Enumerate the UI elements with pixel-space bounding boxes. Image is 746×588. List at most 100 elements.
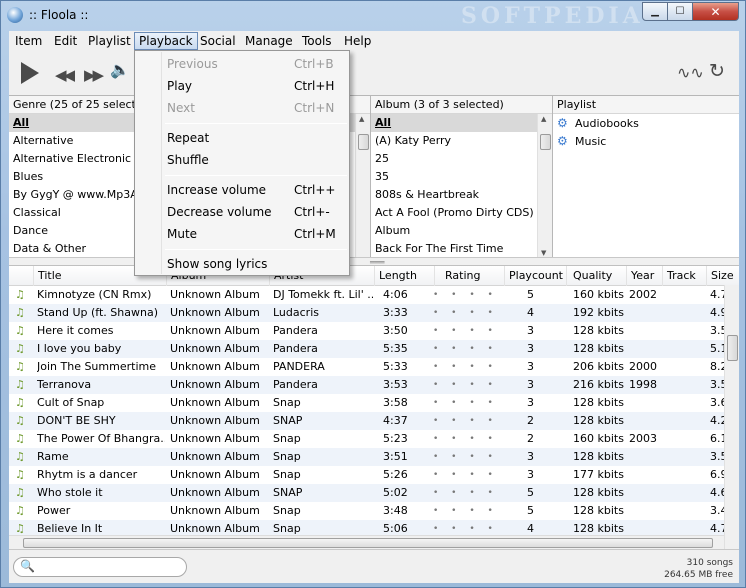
cell-title: Rhytm is a dancer [37, 468, 138, 481]
cell-artist: Pandera [273, 342, 318, 355]
menu-shuffle[interactable]: Shuffle [136, 149, 348, 171]
rating-cell[interactable]: • • • • • [433, 340, 503, 358]
playlist-header[interactable]: Playlist [553, 96, 739, 114]
cell-album: Unknown Album [170, 414, 260, 427]
title-bar[interactable]: :: Floola :: SOFTPEDIA ▁ ☐ ✕ [1, 1, 745, 29]
column-track[interactable]: Track [662, 266, 706, 286]
cell-playcount: 5 [527, 486, 534, 499]
track-list-hscrollbar[interactable] [9, 535, 724, 549]
cell-artist: Snap [273, 450, 301, 463]
minimize-button[interactable]: ▁ [642, 2, 668, 21]
menu-decrease-volume[interactable]: Decrease volume Ctrl+- [136, 201, 348, 223]
search-input[interactable]: 🔍 [13, 557, 187, 577]
artist-scrollbar[interactable]: ▲ [355, 114, 370, 258]
menu-playlist[interactable]: Playlist [84, 32, 135, 50]
table-row[interactable]: ♫ Power Unknown Album Snap 3:48 • • • • • 5 128… [9, 502, 739, 520]
menu-repeat[interactable]: Repeat [136, 127, 348, 149]
rating-cell[interactable]: • • • • • [433, 466, 503, 484]
album-item[interactable]: 808s & Heartbreak [371, 186, 552, 204]
table-row[interactable]: ♫ Kimnotyze (CN Rmx) Unknown Album DJ Tomek… [9, 286, 739, 304]
menu-social[interactable]: Social [196, 32, 240, 50]
cell-playcount: 3 [527, 396, 534, 409]
rating-cell[interactable]: • • • • • [433, 430, 503, 448]
table-row[interactable]: ♫ Rame Unknown Album Snap 3:51 • • • • • 3 128 … [9, 448, 739, 466]
album-scrollbar[interactable]: ▲ ▼ [537, 114, 552, 258]
menu-previous[interactable]: Previous Ctrl+B [136, 53, 348, 75]
table-row[interactable]: ♫ Who stole it Unknown Album SNAP 5:02 • • • … [9, 484, 739, 502]
play-icon[interactable] [21, 62, 39, 84]
rating-cell[interactable]: • • • • • [433, 286, 503, 304]
music-note-icon: ♫ [15, 450, 25, 463]
gear-icon: ⚙ [557, 134, 568, 148]
music-note-icon: ♫ [15, 522, 25, 535]
rating-cell[interactable]: • • • • • [433, 448, 503, 466]
rating-cell[interactable]: • • • • • [433, 412, 503, 430]
menu-tools[interactable]: Tools [298, 32, 336, 50]
menu-mute[interactable]: Mute Ctrl+M [136, 223, 348, 245]
cell-quality: 128 kbits [573, 414, 624, 427]
cell-track [666, 430, 704, 448]
previous-icon[interactable]: ◀◀ [55, 66, 75, 84]
table-row[interactable]: ♫ Stand Up (ft. Shawna) Unknown Album Ludac… [9, 304, 739, 322]
column-length[interactable]: Length [374, 266, 434, 286]
column-quality[interactable]: Quality [566, 266, 626, 286]
table-row[interactable]: ♫ Terranova Unknown Album Pandera 3:53 • • • … [9, 376, 739, 394]
waveform-icon[interactable]: ∿∿ [677, 63, 704, 82]
rating-cell[interactable]: • • • • • [433, 394, 503, 412]
table-row[interactable]: ♫ Believe In It Unknown Album Snap 5:06 • • •… [9, 520, 739, 535]
rating-cell[interactable]: • • • • • [433, 322, 503, 340]
volume-icon[interactable]: 🔈 [110, 60, 130, 79]
column-playcount[interactable]: Playcount [504, 266, 566, 286]
maximize-button[interactable]: ☐ [667, 2, 693, 21]
cell-artist: Snap [273, 522, 301, 535]
refresh-icon[interactable]: ↻ [709, 60, 725, 82]
track-list-scrollbar[interactable] [724, 285, 739, 549]
menu-edit[interactable]: Edit [50, 32, 81, 50]
music-note-icon: ♫ [15, 288, 25, 301]
table-row[interactable]: ♫ Cult of Snap Unknown Album Snap 3:58 • • • … [9, 394, 739, 412]
column-size[interactable]: Size [706, 266, 739, 286]
menu-playback[interactable]: Playback [134, 32, 198, 50]
cell-artist: Pandera [273, 324, 318, 337]
menu-item[interactable]: Item [11, 32, 46, 50]
cell-playcount: 5 [527, 504, 534, 517]
rating-cell[interactable]: • • • • • [433, 520, 503, 535]
album-item[interactable]: Album [371, 222, 552, 240]
album-item[interactable]: All [371, 114, 552, 132]
pane-splitter[interactable]: ═══ [9, 257, 739, 267]
playlist-item-audiobooks[interactable]: ⚙ Audiobooks [553, 114, 739, 132]
album-item[interactable]: Back For The First Time [371, 240, 552, 258]
rating-cell[interactable]: • • • • • [433, 502, 503, 520]
menu-increase-volume[interactable]: Increase volume Ctrl++ [136, 179, 348, 201]
column-year[interactable]: Year [626, 266, 662, 286]
menu-next[interactable]: Next Ctrl+N [136, 97, 348, 119]
table-row[interactable]: ♫ Join The Summertime Unknown Album PANDERA… [9, 358, 739, 376]
column-rating[interactable]: Rating [434, 266, 504, 286]
menu-show-lyrics[interactable]: Show song lyrics [136, 253, 348, 275]
table-row[interactable]: ♫ The Power Of Bhangra... Unknown Album Sna… [9, 430, 739, 448]
rating-cell[interactable]: • • • • • [433, 358, 503, 376]
rating-cell[interactable]: • • • • • [433, 304, 503, 322]
rating-cell[interactable]: • • • • • [433, 484, 503, 502]
table-row[interactable]: ♫ Here it comes Unknown Album Pandera 3:50 • … [9, 322, 739, 340]
cell-playcount: 4 [527, 522, 534, 535]
close-button[interactable]: ✕ [692, 2, 739, 21]
menu-help[interactable]: Help [340, 32, 375, 50]
menu-play[interactable]: Play Ctrl+H [136, 75, 348, 97]
menu-manage[interactable]: Manage [241, 32, 297, 50]
album-item[interactable]: (A) Katy Perry [371, 132, 552, 150]
next-icon[interactable]: ▶▶ [84, 66, 104, 84]
music-note-icon: ♫ [15, 396, 25, 409]
album-item[interactable]: Act A Fool (Promo Dirty CDS) [371, 204, 552, 222]
cell-album: Unknown Album [170, 360, 260, 373]
cell-album: Unknown Album [170, 486, 260, 499]
album-header[interactable]: Album (3 of 3 selected) [371, 96, 552, 114]
table-row[interactable]: ♫ DON'T BE SHY Unknown Album SNAP 4:37 • • • … [9, 412, 739, 430]
table-row[interactable]: ♫ Rhytm is a dancer Unknown Album Snap 5:26 •… [9, 466, 739, 484]
table-row[interactable]: ♫ I love you baby Unknown Album Pandera 5:35… [9, 340, 739, 358]
album-item[interactable]: 35 [371, 168, 552, 186]
album-item[interactable]: 25 [371, 150, 552, 168]
rating-cell[interactable]: • • • • • [433, 376, 503, 394]
cell-playcount: 3 [527, 342, 534, 355]
playlist-item-music[interactable]: ⚙ Music [553, 132, 739, 150]
